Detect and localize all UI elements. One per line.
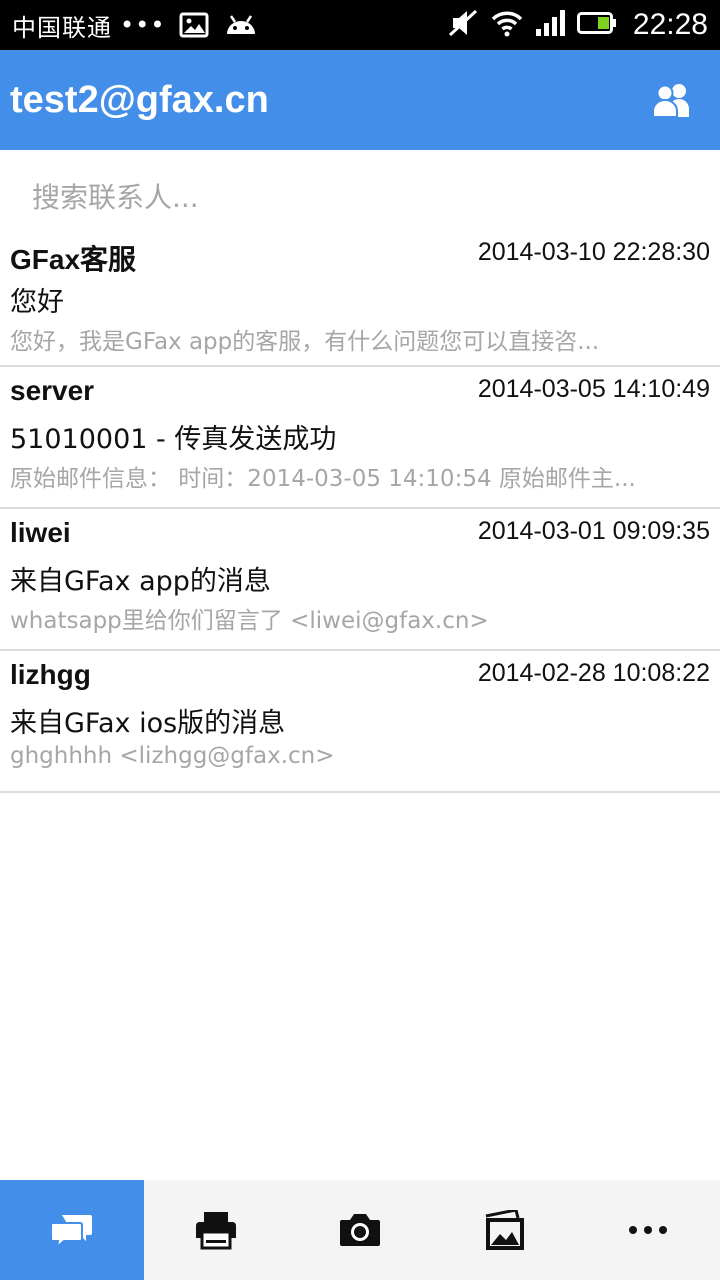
contacts-button[interactable] xyxy=(650,78,694,122)
android-icon xyxy=(223,12,259,38)
message-time: 2014-03-10 22:28:30 xyxy=(477,238,710,266)
message-subject: 来自GFax app的消息 xyxy=(10,566,271,597)
image-icon xyxy=(179,12,209,38)
message-time: 2014-03-01 09:09:35 xyxy=(477,517,710,545)
more-icon xyxy=(629,1226,667,1234)
gallery-icon xyxy=(485,1210,524,1250)
message-sender: GFax客服 xyxy=(10,244,137,275)
carrier-label: 中国联通 xyxy=(12,13,112,42)
message-item[interactable]: server 2014-03-05 14:10:49 51010001 - 传真… xyxy=(0,367,720,509)
signal-icon xyxy=(535,9,565,41)
message-item[interactable]: lizhgg 2014-02-28 10:08:22 来自GFax ios版的消… xyxy=(0,651,720,793)
tab-gallery[interactable] xyxy=(432,1180,576,1280)
battery-icon xyxy=(576,11,617,39)
messages-icon xyxy=(50,1215,92,1249)
message-subject: 来自GFax ios版的消息 xyxy=(10,708,286,739)
clock: 22:28 xyxy=(632,8,708,41)
app-bar: test2@gfax.cn xyxy=(0,50,720,150)
tab-fax[interactable] xyxy=(144,1180,288,1280)
mute-icon xyxy=(447,8,479,42)
message-item[interactable]: liwei 2014-03-01 09:09:35 来自GFax app的消息 … xyxy=(0,509,720,651)
tab-camera[interactable] xyxy=(288,1180,432,1280)
fax-icon xyxy=(196,1212,236,1250)
account-title: test2@gfax.cn xyxy=(10,78,269,121)
message-item[interactable]: GFax客服 2014-03-10 22:28:30 您好 您好，我是GFax … xyxy=(0,230,720,367)
contacts-icon xyxy=(652,84,689,118)
message-preview: 您好，我是GFax app的客服，有什么问题您可以直接咨... xyxy=(10,329,600,355)
message-subject: 您好 xyxy=(10,287,64,318)
tab-more[interactable] xyxy=(576,1180,720,1280)
message-time: 2014-03-05 14:10:49 xyxy=(477,375,710,403)
message-sender: server xyxy=(10,375,95,406)
message-time: 2014-02-28 10:08:22 xyxy=(477,659,710,687)
message-sender: liwei xyxy=(10,517,71,548)
notification-dots: ••• xyxy=(120,11,166,39)
wifi-icon xyxy=(491,9,523,41)
search-input[interactable] xyxy=(32,172,692,222)
message-list: GFax客服 2014-03-10 22:28:30 您好 您好，我是GFax … xyxy=(0,230,720,793)
tab-messages[interactable] xyxy=(0,1180,144,1280)
message-preview: ghghhhh <lizhgg@gfax.cn> xyxy=(10,743,335,769)
status-bar: 中国联通 ••• 22:28 xyxy=(0,0,720,50)
message-sender: lizhgg xyxy=(10,659,91,690)
message-preview: whatsapp里给你们留言了 <liwei@gfax.cn> xyxy=(10,608,489,634)
message-subject: 51010001 - 传真发送成功 xyxy=(10,424,337,455)
camera-icon xyxy=(340,1214,380,1246)
message-preview: 原始邮件信息： 时间：2014-03-05 14:10:54 原始邮件主... xyxy=(10,466,636,492)
bottom-nav xyxy=(0,1180,720,1280)
